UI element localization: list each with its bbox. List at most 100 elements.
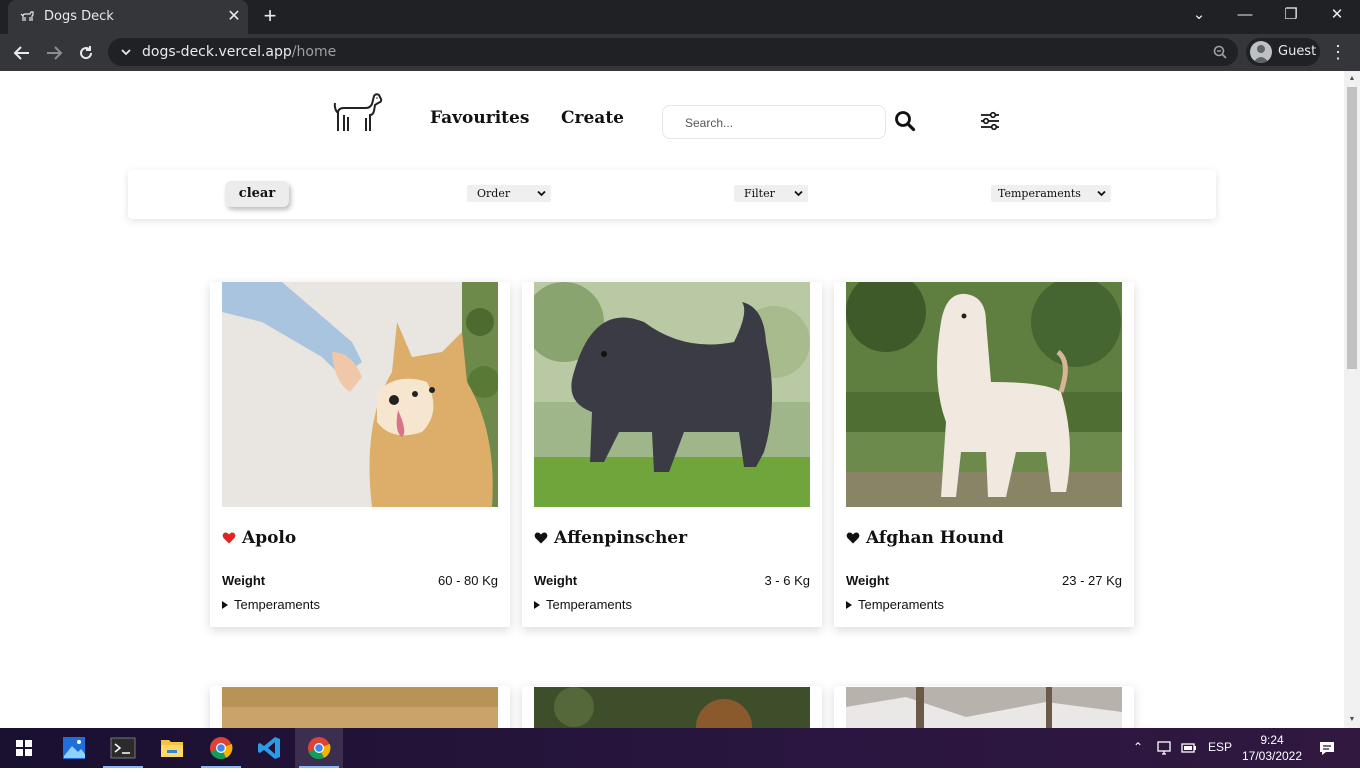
- filter-select[interactable]: Filter: [734, 185, 808, 202]
- dog-name: Apolo: [242, 528, 297, 548]
- minimize-icon[interactable]: —: [1222, 0, 1268, 30]
- chevron-down-icon: [1097, 190, 1106, 197]
- filter-settings-icon[interactable]: [978, 109, 1002, 133]
- heart-icon[interactable]: [534, 531, 548, 545]
- heart-icon[interactable]: [222, 531, 236, 545]
- terminal-app[interactable]: [99, 728, 147, 768]
- nav-link-create[interactable]: Create: [561, 108, 624, 128]
- order-select[interactable]: Order: [467, 185, 551, 202]
- vscode-app[interactable]: [246, 728, 294, 768]
- vscode-icon: [258, 737, 280, 759]
- profile-button[interactable]: Guest: [1246, 38, 1320, 66]
- card-title: Afghan Hound: [846, 528, 1004, 548]
- chrome-app-active[interactable]: [295, 728, 343, 768]
- browser-toolbar: dogs-deck.vercel.app/home Guest ⋮: [0, 34, 1360, 71]
- forward-icon[interactable]: [41, 40, 67, 66]
- scroll-thumb[interactable]: [1347, 87, 1357, 369]
- chevron-down-icon: [537, 190, 546, 197]
- show-hidden-icons-icon[interactable]: ⌃: [1133, 740, 1143, 754]
- clock-time: 9:24: [1260, 733, 1284, 747]
- site-info-chevron-icon[interactable]: [118, 44, 134, 60]
- photos-icon: [63, 737, 85, 759]
- scroll-down-icon[interactable]: ▼: [1348, 716, 1356, 724]
- terminal-icon: [110, 737, 136, 759]
- dog-logo-icon[interactable]: [332, 91, 384, 137]
- back-icon[interactable]: [9, 40, 35, 66]
- dog-photo[interactable]: [846, 282, 1122, 507]
- dog-card[interactable]: [522, 686, 822, 728]
- browser-menu-icon[interactable]: ⋮: [1328, 40, 1348, 66]
- temperaments-toggle[interactable]: Temperaments: [534, 597, 632, 612]
- chevron-down-icon: [794, 190, 803, 197]
- card-title: Apolo: [222, 528, 296, 548]
- disclosure-triangle-icon: [222, 600, 228, 609]
- temperaments-label: Temperaments: [858, 597, 944, 612]
- chrome-icon: [210, 737, 233, 760]
- dog-photo[interactable]: [222, 687, 498, 728]
- disclosure-triangle-icon: [846, 600, 852, 609]
- heart-icon[interactable]: [846, 531, 860, 545]
- site-nav: Favourites Create: [0, 71, 1344, 166]
- chrome-app[interactable]: [197, 728, 245, 768]
- language-indicator[interactable]: ESP: [1208, 740, 1232, 754]
- restore-icon[interactable]: ❐: [1268, 0, 1314, 30]
- search-field: [662, 105, 886, 139]
- windows-logo-icon: [16, 740, 32, 756]
- dog-card[interactable]: Affenpinscher Weight 3 - 6 Kg Temperamen…: [522, 282, 822, 627]
- browser-tab[interactable]: Dogs Deck ✕: [8, 0, 248, 34]
- zoom-icon[interactable]: [1212, 44, 1228, 60]
- dog-photo[interactable]: [534, 687, 810, 728]
- nav-link-favourites[interactable]: Favourites: [430, 108, 529, 128]
- close-window-icon[interactable]: ✕: [1314, 0, 1360, 30]
- tab-title: Dogs Deck: [44, 9, 114, 24]
- temperaments-toggle[interactable]: Temperaments: [846, 597, 944, 612]
- close-tab-icon[interactable]: ✕: [224, 7, 244, 27]
- dog-name: Afghan Hound: [866, 528, 1004, 548]
- dog-card[interactable]: Afghan Hound Weight 23 - 27 Kg Temperame…: [834, 282, 1134, 627]
- dog-card[interactable]: Apolo Weight 60 - 80 Kg Temperaments: [210, 282, 510, 627]
- reload-icon[interactable]: [73, 40, 99, 66]
- disclosure-triangle-icon: [534, 600, 540, 609]
- profile-label: Guest: [1278, 44, 1317, 59]
- network-icon[interactable]: [1156, 740, 1174, 756]
- filter-bar: clear Order Filter Temperaments: [128, 170, 1216, 219]
- dog-card[interactable]: [210, 686, 510, 728]
- windows-taskbar: ⌃ ESP 9:24 17/03/2022: [0, 728, 1360, 768]
- weight-label: Weight: [222, 573, 266, 588]
- dog-photo[interactable]: [534, 282, 810, 507]
- browser-tab-strip: Dogs Deck ✕ + ⌄ — ❐ ✕: [0, 0, 1360, 34]
- temperaments-toggle[interactable]: Temperaments: [222, 597, 320, 612]
- card-title: Affenpinscher: [534, 528, 687, 548]
- clock[interactable]: 9:24 17/03/2022: [1240, 732, 1304, 764]
- dog-favicon-icon: [20, 11, 34, 21]
- file-explorer-app[interactable]: [148, 728, 196, 768]
- page-content: Favourites Create clear Order Filter Tem…: [0, 71, 1344, 728]
- folder-icon: [161, 740, 183, 757]
- weight-value: 23 - 27 Kg: [1062, 573, 1122, 588]
- temperaments-label: Temperaments: [234, 597, 320, 612]
- weight-value: 60 - 80 Kg: [438, 573, 498, 588]
- clear-button[interactable]: clear: [225, 181, 289, 207]
- tab-search-chevron-icon[interactable]: ⌄: [1176, 0, 1222, 30]
- order-select-label: Order: [477, 187, 511, 200]
- address-bar[interactable]: dogs-deck.vercel.app/home: [108, 38, 1238, 66]
- dog-name: Affenpinscher: [554, 528, 688, 548]
- search-input[interactable]: [685, 113, 875, 133]
- search-icon[interactable]: [894, 110, 916, 132]
- weight-value: 3 - 6 Kg: [764, 573, 810, 588]
- page-scrollbar[interactable]: ▲ ▼: [1344, 71, 1360, 728]
- scroll-up-icon[interactable]: ▲: [1348, 75, 1356, 83]
- chrome-icon: [308, 737, 331, 760]
- clock-date: 17/03/2022: [1241, 749, 1303, 763]
- weight-label: Weight: [846, 573, 890, 588]
- photos-app[interactable]: [50, 728, 98, 768]
- start-button[interactable]: [0, 728, 48, 768]
- url-text: dogs-deck.vercel.app/home: [142, 44, 337, 60]
- temperaments-select[interactable]: Temperaments: [991, 185, 1111, 202]
- dog-photo[interactable]: [222, 282, 498, 507]
- dog-card[interactable]: [834, 686, 1134, 728]
- dog-photo[interactable]: [846, 687, 1122, 728]
- new-tab-icon[interactable]: +: [258, 5, 282, 29]
- notifications-icon[interactable]: [1318, 740, 1336, 756]
- battery-icon[interactable]: [1180, 740, 1198, 756]
